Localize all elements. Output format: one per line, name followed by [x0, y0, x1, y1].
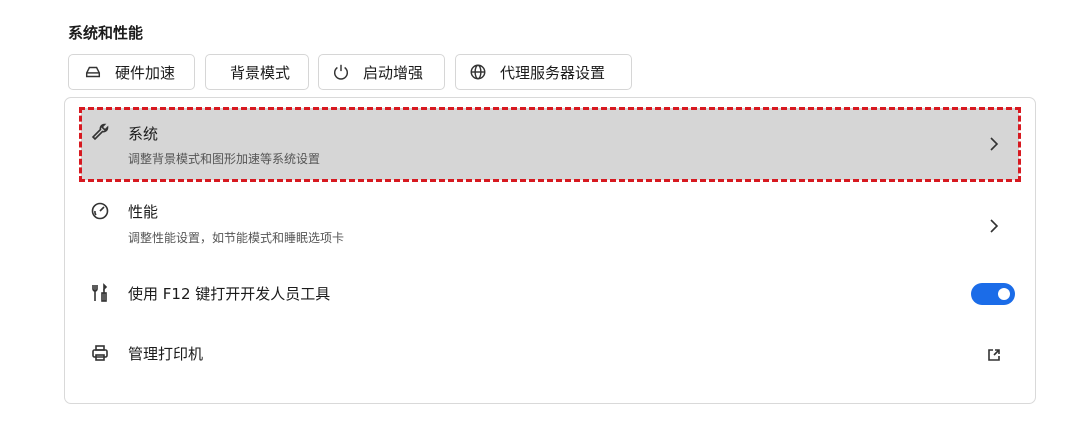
performance-row[interactable]: 性能 调整性能设置，如节能模式和睡眠选项卡 — [65, 188, 1035, 260]
startup-boost-chip[interactable]: 启动增强 — [318, 54, 445, 90]
row-title: 性能 — [128, 203, 159, 221]
background-mode-chip[interactable]: 背景模式 — [205, 54, 309, 90]
chip-label: 代理服务器设置 — [500, 63, 606, 82]
hardware-accel-chip[interactable]: 硬件加速 — [68, 54, 195, 90]
wrench-icon — [89, 121, 111, 143]
system-row[interactable]: 系统 调整背景模式和图形加速等系统设置 — [65, 107, 1035, 182]
power-icon — [331, 62, 351, 82]
external-link-icon[interactable] — [987, 347, 1001, 361]
row-title: 系统 — [128, 125, 159, 143]
toggle-knob — [998, 288, 1010, 300]
printer-icon — [89, 342, 111, 364]
chevron-right-icon — [987, 218, 1001, 233]
chip-label: 背景模式 — [230, 63, 291, 82]
tools-icon — [89, 282, 111, 304]
settings-card: 系统 调整背景模式和图形加速等系统设置 性能 调整性能设置，如节能模式和睡眠选项… — [64, 97, 1036, 404]
highlight-dashed-border — [79, 107, 1021, 182]
globe-icon — [468, 62, 488, 82]
section-title: 系统和性能 — [68, 24, 144, 42]
chip-label: 硬件加速 — [115, 63, 176, 82]
proxy-settings-chip[interactable]: 代理服务器设置 — [455, 54, 632, 90]
row-title: 使用 F12 键打开开发人员工具 — [128, 285, 331, 303]
devtools-toggle[interactable] — [971, 283, 1015, 305]
chip-label: 启动增强 — [363, 63, 424, 82]
chevron-right-icon — [987, 136, 1001, 151]
devtools-row[interactable]: 使用 F12 键打开开发人员工具 — [65, 268, 1035, 320]
printers-row[interactable]: 管理打印机 — [65, 330, 1035, 382]
row-subtitle: 调整背景模式和图形加速等系统设置 — [128, 152, 321, 166]
row-title: 管理打印机 — [128, 345, 204, 363]
row-subtitle: 调整性能设置，如节能模式和睡眠选项卡 — [128, 231, 345, 245]
performance-icon — [89, 200, 111, 222]
hardware-accel-icon — [83, 62, 103, 82]
